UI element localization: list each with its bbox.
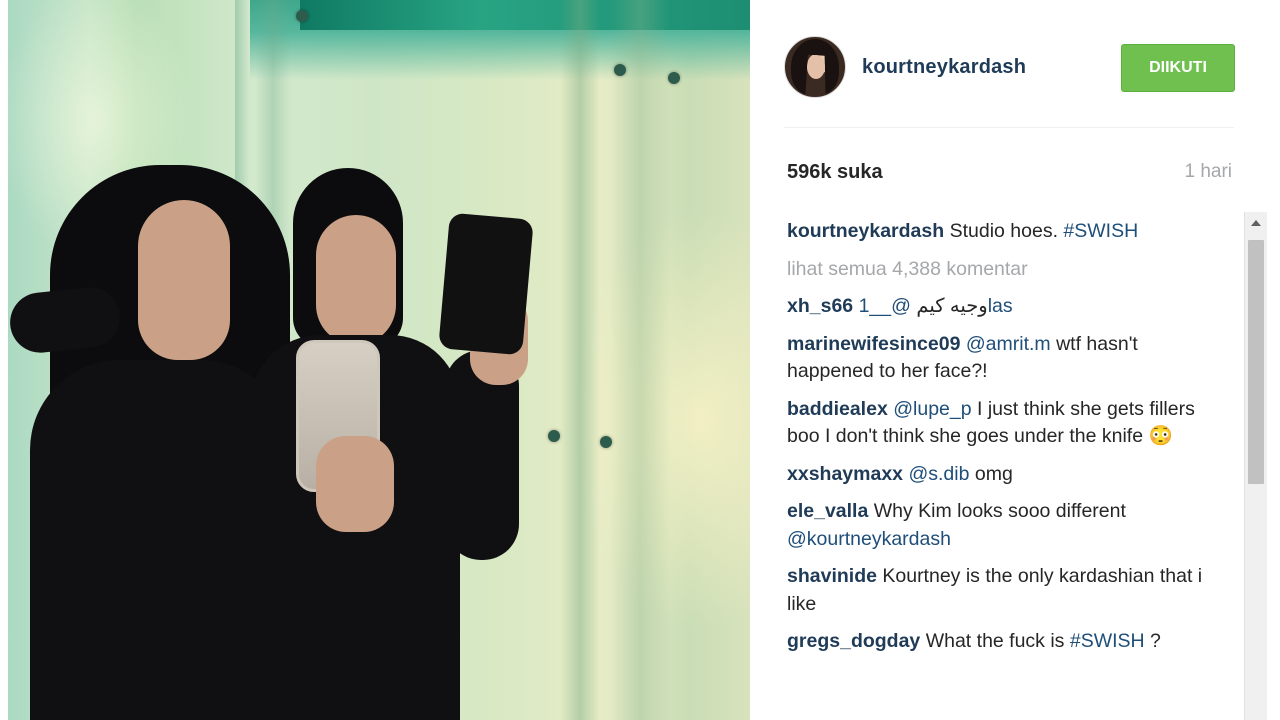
comment-item: ele_valla Why Kim looks sooo different @…	[787, 498, 1227, 553]
comment-item: shavinide Kourtney is the only kardashia…	[787, 563, 1227, 618]
post-details-panel: kourtneykardash DIIKUTI 596k suka 1 hari…	[750, 0, 1280, 720]
comment-text: omg	[969, 462, 1013, 485]
profile-avatar[interactable]	[784, 36, 846, 98]
comment-mention[interactable]: @kourtneykardash	[787, 528, 951, 550]
caption: kourtneykardash Studio hoes. #SWISH	[787, 218, 1227, 246]
comment-username[interactable]: baddiealex	[787, 398, 888, 420]
comments-list: kourtneykardash Studio hoes. #SWISH liha…	[787, 218, 1227, 666]
panel-right-border	[1271, 0, 1280, 720]
wall-bolt	[600, 436, 612, 448]
comment-username[interactable]: ele_valla	[787, 500, 868, 522]
person-left-hand	[316, 436, 394, 532]
comment-username[interactable]: shavinide	[787, 565, 877, 587]
comment-username[interactable]: xh_s66	[787, 295, 853, 317]
scroll-up-arrow-icon[interactable]	[1245, 212, 1267, 234]
header-divider	[784, 127, 1234, 128]
wall-seam	[610, 0, 670, 720]
caption-hashtag[interactable]: #SWISH	[1063, 220, 1138, 242]
person-left-face	[138, 200, 230, 360]
comment-mention[interactable]: @lupe_p	[893, 398, 971, 420]
post-photo[interactable]	[0, 0, 750, 720]
profile-username-link[interactable]: kourtneykardash	[862, 56, 1026, 79]
wall-bolt	[614, 64, 626, 76]
comment-item: baddiealex @lupe_p I just think she gets…	[787, 396, 1227, 451]
person-right-face	[316, 215, 396, 345]
comment-hashtag[interactable]: #SWISH	[1070, 630, 1145, 652]
caption-username[interactable]: kourtneykardash	[787, 220, 944, 242]
ceiling-light-strip	[300, 0, 750, 30]
wall-seam	[560, 0, 600, 720]
wall-bolt	[668, 72, 680, 84]
comment-item: marinewifesince09 @amrit.m wtf hasn't ha…	[787, 331, 1227, 386]
comment-username[interactable]: xxshaymaxx	[787, 463, 903, 485]
black-phone	[438, 212, 534, 356]
likes-count[interactable]: 596k suka	[787, 161, 883, 184]
comment-mention[interactable]: @amrit.m	[966, 333, 1051, 355]
wall-bolt	[548, 430, 560, 442]
comments-scrollbar[interactable]	[1244, 212, 1267, 720]
photo-left-border	[0, 0, 8, 720]
comment-item: gregs_dogday What the fuck is #SWISH ?	[787, 628, 1227, 656]
post-header: kourtneykardash DIIKUTI	[784, 36, 1235, 100]
post-time[interactable]: 1 hari	[1184, 161, 1232, 183]
comment-item: xxshaymaxx @s.dib omg	[787, 461, 1227, 489]
comment-text: What the fuck is	[920, 630, 1070, 652]
comment-text: Why Kim looks sooo different	[868, 500, 1126, 522]
comment-text-tail: ?	[1144, 630, 1161, 652]
comment-item: xh_s66 وجيه كيم⁣ @__1las	[787, 293, 1227, 321]
following-button[interactable]: DIIKUTI	[1121, 44, 1235, 92]
view-all-comments-link[interactable]: lihat semua 4,388 komentar	[787, 256, 1227, 284]
comment-username[interactable]: gregs_dogday	[787, 630, 920, 652]
comment-username[interactable]: marinewifesince09	[787, 333, 960, 355]
comment-mention[interactable]: @s.dib	[908, 463, 969, 485]
avatar-face	[807, 55, 825, 79]
scrollbar-thumb[interactable]	[1248, 240, 1264, 484]
caption-text: Studio hoes.	[944, 220, 1064, 242]
wall-bolt	[296, 10, 308, 22]
